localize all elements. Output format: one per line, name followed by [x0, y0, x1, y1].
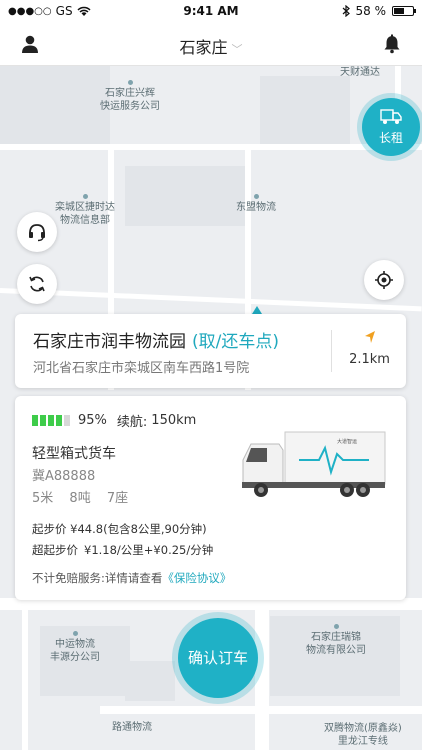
map-label-lutong: 路通物流 [112, 722, 152, 733]
extra-price: 超起步价 ¥1.18/公里+¥0.25/分钟 [32, 543, 214, 557]
vehicle-card[interactable]: 95% 续航: 150km 轻型箱式货车 冀A88888 5米 8吨 7座 起步… [15, 396, 406, 600]
refresh-icon [29, 276, 45, 292]
vehicle-type: 轻型箱式货车 [32, 446, 116, 462]
map-block [125, 166, 245, 226]
battery-segment [40, 415, 46, 426]
location-name: 石家庄市润丰物流园 (取/还车点) [33, 332, 279, 352]
long-rent-label: 长租 [378, 131, 403, 145]
insurance-agreement-link[interactable]: 《保险协议》 [162, 571, 231, 585]
truck-brand-text: 大道智运 [337, 438, 357, 445]
map-label-shuangteng: 双腾物流(原鑫焱) 里龙江专线 [324, 723, 402, 747]
battery-segment [32, 415, 38, 426]
refresh-button[interactable] [17, 264, 57, 304]
navigation-arrow-icon[interactable] [364, 330, 376, 344]
bell-icon[interactable] [382, 34, 402, 54]
map-block [260, 76, 350, 146]
nav-bar: 石家庄 ﹀ [0, 22, 422, 66]
range-value: 150km [151, 413, 197, 428]
location-distance: 2.1km [349, 352, 390, 367]
map-road [0, 144, 422, 150]
map-road [255, 610, 269, 750]
map-road [100, 706, 422, 714]
range-label: 续航: [116, 415, 148, 430]
vehicle-length: 5米 [32, 491, 54, 506]
card-divider [331, 330, 332, 372]
base-price: 起步价 ¥44.8(包含8公里,90分钟) [32, 522, 207, 536]
map-label-ruijin: 石家庄瑞锦 物流有限公司 [306, 624, 366, 657]
map-block [0, 66, 110, 144]
headset-icon [29, 224, 45, 242]
map-label-xinghui: 石家庄兴辉 快运服务公司 [100, 80, 160, 113]
map-block [125, 661, 175, 701]
customer-service-button[interactable] [17, 212, 57, 252]
city-name: 石家庄 [179, 38, 228, 57]
confirm-booking-button[interactable]: 确认订车 [178, 618, 258, 698]
chevron-down-icon: ﹀ [231, 43, 243, 56]
pickup-location-card[interactable]: 石家庄市润丰物流园 (取/还车点) 河北省石家庄市栾城区南车西路1号院 2.1km [15, 314, 406, 388]
map-road [22, 610, 28, 750]
location-address: 河北省石家庄市栾城区南车西路1号院 [33, 361, 250, 376]
map-label-jieshida: 栾城区捷时达 物流信息部 [55, 194, 115, 227]
battery-percent-text: 58 % [355, 4, 387, 18]
insurance-info: 不计免赔服务:详情请查看《保险协议》 [32, 571, 232, 585]
battery-percent: 95% [78, 413, 107, 428]
map-label-zhongyun: 中运物流 丰源分公司 [50, 631, 100, 664]
vehicle-tonnage: 8吨 [69, 491, 91, 506]
truck-image: 大道智运 [242, 431, 386, 497]
battery-segment [64, 415, 70, 426]
battery-level-bars [32, 415, 70, 426]
locate-icon [375, 271, 393, 289]
status-right: 58 % [342, 4, 416, 18]
battery-row: 95% 续航: 150km [32, 411, 196, 430]
battery-icon [392, 6, 416, 16]
long-rent-button[interactable]: 长租 [362, 98, 420, 156]
vehicle-seats: 7座 [106, 491, 129, 506]
vehicle-plate: 冀A88888 [32, 469, 96, 484]
pickup-return-tag: (取/还车点) [192, 332, 279, 352]
battery-fill [394, 8, 405, 14]
status-bar: ●●●○○ GS 9:41 AM 58 % [0, 0, 422, 22]
truck-icon [380, 109, 402, 124]
map-location-pin [252, 306, 262, 314]
map-label-dongmeng: 东盟物流 [236, 194, 276, 214]
battery-segment [56, 415, 62, 426]
map-label-tiancai: 天财通达 [340, 67, 380, 78]
battery-segment [48, 415, 54, 426]
vehicle-specs: 5米 8吨 7座 [32, 487, 140, 506]
bluetooth-icon [342, 5, 350, 17]
locate-button[interactable] [364, 260, 404, 300]
city-selector[interactable]: 石家庄 ﹀ [0, 34, 422, 58]
map-road [0, 288, 422, 312]
